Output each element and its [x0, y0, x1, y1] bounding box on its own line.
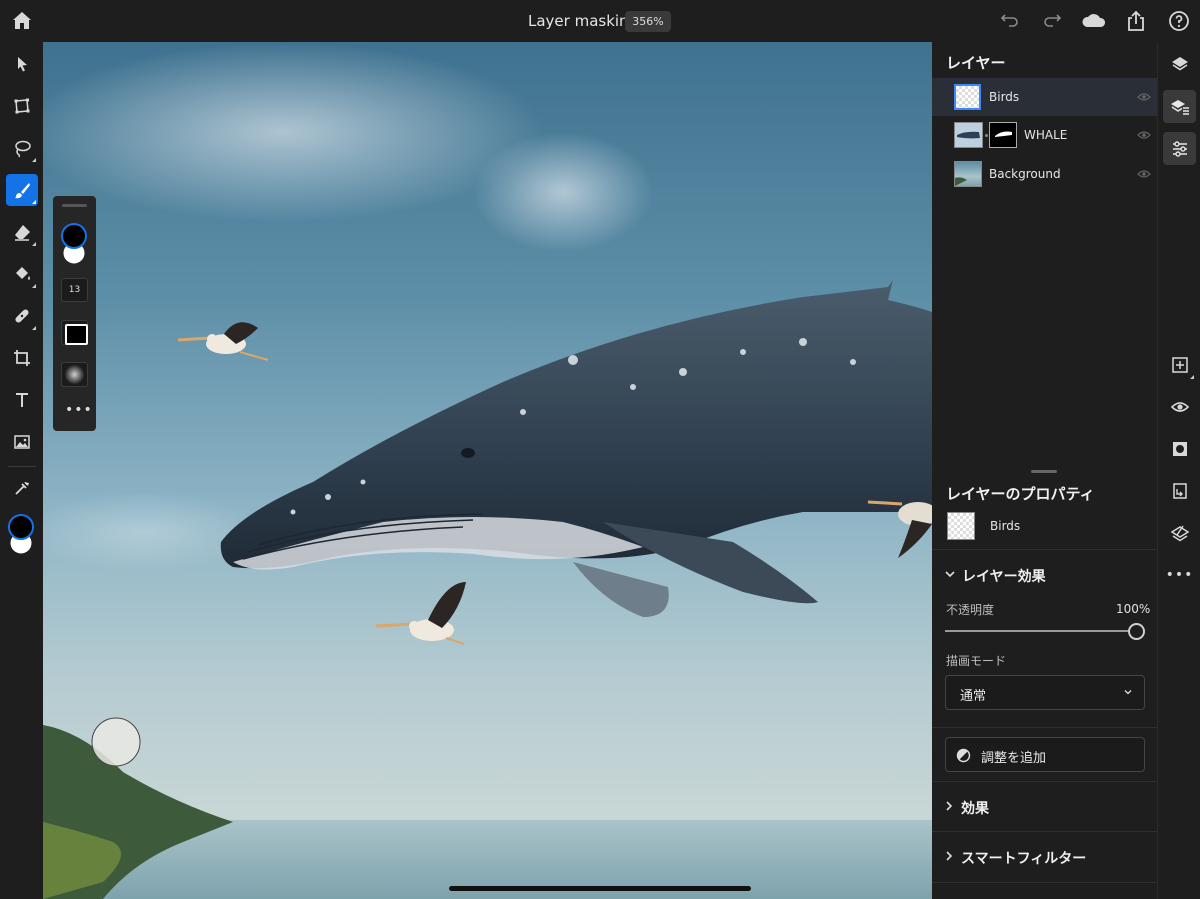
layer-details-icon[interactable] [1163, 90, 1196, 123]
layer-effects-title: レイヤー効果 [962, 569, 1046, 585]
add-adjustment-label: 調整を追加 [981, 751, 1047, 766]
mask-link-dot [985, 134, 988, 137]
opacity-slider-knob[interactable] [1128, 623, 1145, 640]
add-mask-icon[interactable] [1163, 432, 1196, 465]
fill-icon[interactable] [6, 258, 38, 290]
layer-row-birds[interactable]: Birds [932, 78, 1157, 116]
eraser-icon[interactable] [6, 216, 38, 248]
layers-panel-title: レイヤー [946, 54, 1006, 72]
panel-resize-handle[interactable] [1031, 470, 1057, 473]
divider [932, 882, 1157, 883]
more-options-icon[interactable]: ••• [65, 402, 93, 418]
layer-thumbnail [954, 161, 982, 187]
layer-mask-thumbnail[interactable] [989, 122, 1017, 148]
brush-softness-swatch[interactable] [61, 362, 88, 387]
blend-mode-label: 描画モード [946, 654, 1007, 668]
visibility-eye-icon[interactable] [1137, 169, 1151, 179]
cloud-icon[interactable] [1081, 9, 1107, 33]
share-icon[interactable] [1124, 9, 1148, 33]
home-icon[interactable] [10, 9, 34, 33]
add-layer-icon[interactable] [1163, 348, 1196, 381]
clipping-mask-icon[interactable] [1163, 474, 1196, 507]
opacity-slider-track[interactable] [945, 630, 1136, 632]
transform-icon[interactable] [6, 90, 38, 122]
layer-thumbnail [954, 122, 983, 148]
effects-title: 効果 [961, 801, 989, 817]
layer-name: Background [989, 167, 1061, 181]
layer-thumbnail [954, 84, 981, 110]
place-image-icon[interactable] [6, 426, 38, 458]
more-actions-icon[interactable]: ••• [1163, 558, 1196, 591]
opacity-value: 100% [1116, 602, 1151, 616]
type-icon[interactable] [6, 384, 38, 416]
healing-icon[interactable] [6, 300, 38, 332]
brush-hardness-swatch[interactable] [61, 320, 88, 345]
pelican [177, 322, 269, 361]
left-toolbar [0, 42, 43, 899]
brush-size-field[interactable]: 13 [61, 278, 88, 302]
visibility-eye-icon[interactable] [1137, 130, 1151, 140]
merge-layers-icon[interactable] [1163, 516, 1196, 549]
panel-grip[interactable] [62, 204, 87, 207]
cloud [43, 42, 543, 222]
blend-mode-dropdown[interactable]: 通常 [945, 675, 1145, 710]
select-icon[interactable] [6, 48, 38, 80]
redo-icon[interactable] [1040, 9, 1064, 33]
canvas-artwork [43, 42, 932, 899]
help-icon[interactable] [1167, 9, 1191, 33]
top-bar: Layer masking 356% [0, 0, 1200, 42]
divider [932, 549, 1157, 550]
cloud [473, 132, 653, 252]
zoom-level[interactable]: 356% [625, 11, 671, 32]
crop-icon[interactable] [6, 342, 38, 374]
chevron-right-icon [946, 851, 953, 861]
opacity-label: 不透明度 [946, 603, 995, 617]
layer-effects-section-toggle[interactable]: レイヤー効果 [932, 558, 1157, 592]
layer-row-whale[interactable]: WHALE [932, 116, 1157, 154]
home-indicator[interactable] [449, 886, 751, 891]
visibility-icon[interactable] [1163, 390, 1196, 423]
brush-cursor [91, 717, 141, 767]
document-title: Layer masking [528, 12, 639, 30]
chevron-right-icon [946, 801, 953, 811]
visibility-eye-icon[interactable] [1137, 92, 1151, 102]
smart-filters-section-toggle[interactable]: スマートフィルター [932, 840, 1157, 874]
effects-section-toggle[interactable]: 効果 [932, 790, 1157, 824]
toolbar-divider [8, 466, 36, 467]
lasso-icon[interactable] [6, 132, 38, 164]
chevron-down-icon [945, 571, 955, 578]
adjustment-icon [956, 748, 971, 763]
color-swatches[interactable] [6, 512, 38, 556]
layers-stack-icon[interactable] [1163, 47, 1196, 80]
eyedropper-icon[interactable] [6, 472, 38, 504]
properties-layer-thumbnail [947, 512, 975, 540]
brush-settings-panel: 13 ••• [53, 196, 96, 431]
document-canvas[interactable] [43, 42, 932, 899]
brush-icon[interactable] [6, 174, 38, 206]
layer-row-background[interactable]: Background [932, 155, 1157, 193]
properties-layer-name: Birds [990, 519, 1021, 533]
divider [932, 831, 1157, 832]
add-adjustment-button[interactable]: 調整を追加 [945, 737, 1145, 772]
divider [932, 781, 1157, 782]
undo-icon[interactable] [998, 9, 1022, 33]
properties-title: レイヤーのプロパティ [946, 485, 1095, 503]
properties-sliders-icon[interactable] [1163, 132, 1196, 165]
layer-name: WHALE [1024, 128, 1068, 142]
smart-filters-title: スマートフィルター [961, 851, 1087, 867]
layer-name: Birds [989, 90, 1020, 104]
right-task-bar: ••• [1157, 42, 1200, 899]
layers-properties-panel: レイヤー Birds WHALE Background レイヤーのプロパティ B… [932, 42, 1157, 899]
pelican [375, 582, 466, 645]
whale [220, 280, 932, 617]
divider [932, 727, 1157, 728]
chevron-down-icon [1124, 690, 1132, 695]
blend-mode-value: 通常 [960, 689, 987, 704]
brush-color-swatches[interactable] [59, 220, 91, 265]
